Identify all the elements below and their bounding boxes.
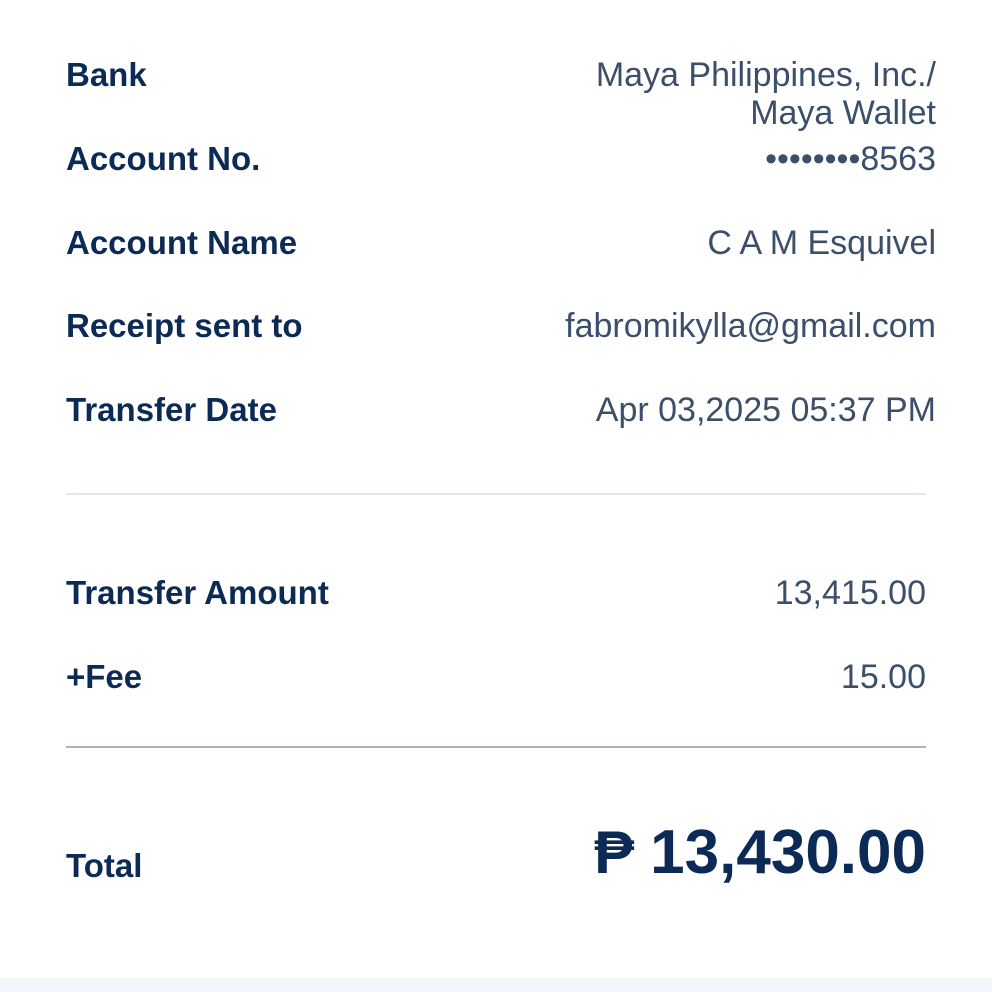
account-name-label: Account Name [66, 224, 298, 261]
peso-sign-icon: ₱ [594, 819, 635, 886]
detail-row-receipt-sent-to: Receipt sent to fabromikylla@gmail.com [66, 307, 936, 347]
transfer-amount-label: Transfer Amount [66, 574, 329, 611]
transfer-date-value: Apr 03,2025 05:37 PM [595, 391, 936, 429]
amount-row-transfer: Transfer Amount 13,415.00 [66, 574, 926, 614]
account-name-value: C A M Esquivel [707, 224, 936, 262]
detail-row-account-no: Account No. ••••••••8563 [66, 140, 936, 180]
detail-row-account-name: Account Name C A M Esquivel [66, 224, 936, 264]
transfer-date-label: Transfer Date [66, 391, 277, 428]
account-no-label: Account No. [66, 140, 261, 177]
fee-label: +Fee [66, 658, 143, 695]
divider-total [66, 746, 926, 748]
bank-label: Bank [66, 56, 147, 93]
footer-band [0, 978, 992, 992]
divider-details [66, 493, 926, 495]
total-label: Total [66, 847, 143, 884]
amount-row-fee: +Fee 15.00 [66, 658, 926, 698]
bank-value-line-1: Maya Philippines, Inc./ [595, 56, 936, 94]
receipt-email-value: fabromikylla@gmail.com [565, 307, 936, 345]
total-amount: ₱ 13,430.00 [594, 817, 926, 889]
account-no-value: ••••••••8563 [765, 140, 936, 178]
total-amount-value: 13,430.00 [650, 818, 926, 887]
detail-row-transfer-date: Transfer Date Apr 03,2025 05:37 PM [66, 391, 936, 431]
bank-value: Maya Philippines, Inc./ Maya Wallet [596, 56, 936, 132]
fee-value: 15.00 [840, 658, 926, 696]
bank-value-line-2: Maya Wallet [750, 94, 936, 132]
detail-row-bank: Bank Maya Philippines, Inc./ Maya Wallet [66, 56, 936, 136]
total-row: Total ₱ 13,430.00 [66, 818, 926, 887]
transfer-amount-value: 13,415.00 [774, 574, 926, 612]
receipt-sent-to-label: Receipt sent to [66, 307, 303, 344]
